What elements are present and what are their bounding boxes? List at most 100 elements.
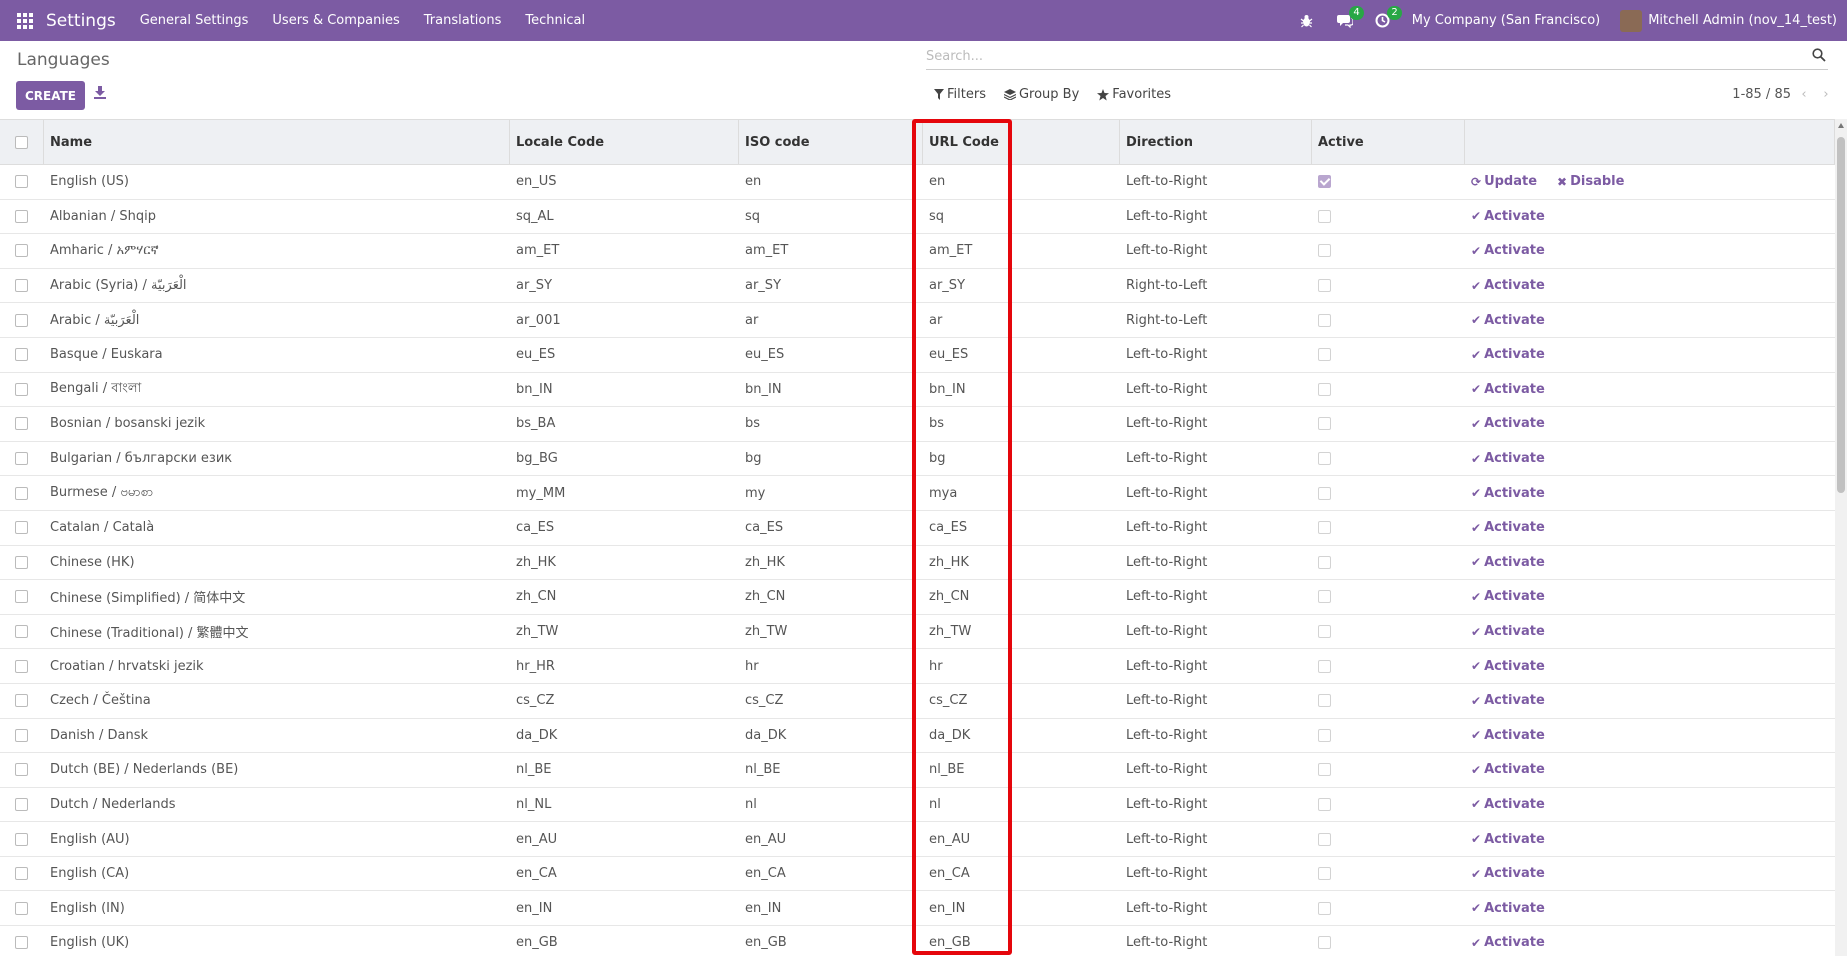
table-row[interactable]: Danish / Dansk da_DK da_DK da_DK Left-to-Rig…	[0, 719, 1835, 754]
row-checkbox[interactable]	[15, 417, 28, 431]
cell-iso-code[interactable]: bn_IN	[739, 373, 923, 407]
table-row[interactable]: Chinese (HK) zh_HK zh_HK zh_HK Left-to-Right…	[0, 546, 1835, 581]
cell-direction[interactable]: Right-to-Left	[1120, 303, 1312, 337]
row-checkbox[interactable]	[15, 486, 28, 500]
cell-url-code[interactable]: ar_SY	[923, 269, 1120, 303]
cell-name[interactable]: Bengali / বাংলা	[44, 373, 510, 407]
cell-locale-code[interactable]: cs_CZ	[510, 684, 739, 718]
cell-direction[interactable]: Left-to-Right	[1120, 857, 1312, 891]
cell-name[interactable]: Basque / Euskara	[44, 338, 510, 372]
header-locale-code[interactable]: Locale Code	[510, 120, 739, 164]
cell-iso-code[interactable]: da_DK	[739, 719, 923, 753]
scroll-thumb[interactable]	[1837, 137, 1845, 493]
row-checkbox[interactable]	[15, 452, 28, 466]
cell-direction[interactable]: Left-to-Right	[1120, 788, 1312, 822]
activate-button[interactable]: ✔ Activate	[1471, 313, 1545, 328]
cell-name[interactable]: English (CA)	[44, 857, 510, 891]
messages-icon[interactable]: 4	[1336, 5, 1364, 30]
activate-button[interactable]: ✔ Activate	[1471, 278, 1545, 293]
cell-iso-code[interactable]: en_CA	[739, 857, 923, 891]
cell-locale-code[interactable]: bn_IN	[510, 373, 739, 407]
search-icon[interactable]	[1812, 48, 1828, 64]
cell-name[interactable]: English (AU)	[44, 822, 510, 856]
cell-name[interactable]: Catalan / Català	[44, 511, 510, 545]
cell-iso-code[interactable]: my	[739, 476, 923, 510]
cell-locale-code[interactable]: eu_ES	[510, 338, 739, 372]
cell-direction[interactable]: Left-to-Right	[1120, 442, 1312, 476]
cell-direction[interactable]: Left-to-Right	[1120, 822, 1312, 856]
pager-prev-icon[interactable]: ‹	[1795, 87, 1813, 102]
cell-url-code[interactable]: da_DK	[923, 719, 1120, 753]
cell-name[interactable]: Arabic / الْعَرَبيّة	[44, 303, 510, 337]
filters-dropdown[interactable]: Filters	[934, 87, 986, 102]
cell-direction[interactable]: Right-to-Left	[1120, 269, 1312, 303]
row-checkbox[interactable]	[15, 763, 28, 777]
menu-technical[interactable]: Technical	[525, 13, 585, 28]
cell-name[interactable]: English (UK)	[44, 926, 510, 956]
apps-menu-icon[interactable]	[12, 0, 38, 41]
cell-name[interactable]: Chinese (Simplified) / 简体中文	[44, 580, 510, 614]
debug-bug-icon[interactable]	[1298, 12, 1316, 30]
cell-iso-code[interactable]: zh_TW	[739, 615, 923, 649]
cell-locale-code[interactable]: en_US	[510, 165, 739, 199]
cell-name[interactable]: English (US)	[44, 165, 510, 199]
activate-button[interactable]: ✔ Activate	[1471, 451, 1545, 466]
cell-iso-code[interactable]: eu_ES	[739, 338, 923, 372]
table-row[interactable]: Czech / Čeština cs_CZ cs_CZ cs_CZ Left-to-Ri…	[0, 684, 1835, 719]
cell-name[interactable]: Dutch / Nederlands	[44, 788, 510, 822]
header-name[interactable]: Name	[44, 120, 510, 164]
cell-locale-code[interactable]: ar_SY	[510, 269, 739, 303]
activate-button[interactable]: ✔ Activate	[1471, 797, 1545, 812]
cell-url-code[interactable]: ar	[923, 303, 1120, 337]
header-iso-code[interactable]: ISO code	[739, 120, 923, 164]
cell-url-code[interactable]: bs	[923, 407, 1120, 441]
cell-locale-code[interactable]: nl_NL	[510, 788, 739, 822]
cell-locale-code[interactable]: en_AU	[510, 822, 739, 856]
table-row[interactable]: Albanian / Shqip sq_AL sq sq Left-to-Right ✔ A…	[0, 200, 1835, 235]
cell-url-code[interactable]: bg	[923, 442, 1120, 476]
activate-button[interactable]: ✔ Activate	[1471, 520, 1545, 535]
row-checkbox[interactable]	[15, 797, 28, 811]
table-row[interactable]: Chinese (Simplified) / 简体中文 zh_CN zh_CN zh_…	[0, 580, 1835, 615]
activate-button[interactable]: ✔ Activate	[1471, 693, 1545, 708]
row-checkbox[interactable]	[15, 521, 28, 535]
cell-url-code[interactable]: mya	[923, 476, 1120, 510]
cell-iso-code[interactable]: zh_HK	[739, 546, 923, 580]
cell-locale-code[interactable]: nl_BE	[510, 753, 739, 787]
cell-url-code[interactable]: nl_BE	[923, 753, 1120, 787]
cell-name[interactable]: Albanian / Shqip	[44, 200, 510, 234]
activate-button[interactable]: ✔ Activate	[1471, 762, 1545, 777]
cell-url-code[interactable]: en_CA	[923, 857, 1120, 891]
cell-url-code[interactable]: ca_ES	[923, 511, 1120, 545]
activate-button[interactable]: ✔ Activate	[1471, 416, 1545, 431]
cell-locale-code[interactable]: sq_AL	[510, 200, 739, 234]
activate-button[interactable]: ✔ Activate	[1471, 728, 1545, 743]
cell-locale-code[interactable]: my_MM	[510, 476, 739, 510]
cell-direction[interactable]: Left-to-Right	[1120, 926, 1312, 956]
cell-name[interactable]: Chinese (HK)	[44, 546, 510, 580]
cell-iso-code[interactable]: bg	[739, 442, 923, 476]
cell-iso-code[interactable]: am_ET	[739, 234, 923, 268]
row-checkbox[interactable]	[15, 832, 28, 846]
cell-name[interactable]: Amharic / አምሃርኛ	[44, 234, 510, 268]
cell-url-code[interactable]: en_IN	[923, 891, 1120, 925]
table-row[interactable]: Catalan / Català ca_ES ca_ES ca_ES Left-to-R…	[0, 511, 1835, 546]
cell-locale-code[interactable]: en_IN	[510, 891, 739, 925]
cell-direction[interactable]: Left-to-Right	[1120, 338, 1312, 372]
groupby-dropdown[interactable]: Group By	[1003, 87, 1079, 102]
row-checkbox[interactable]	[15, 313, 28, 327]
table-row[interactable]: English (IN) en_IN en_IN en_IN Left-to-Right…	[0, 891, 1835, 927]
table-row[interactable]: Dutch / Nederlands nl_NL nl nl Left-to-Right…	[0, 788, 1835, 823]
cell-url-code[interactable]: bn_IN	[923, 373, 1120, 407]
cell-locale-code[interactable]: zh_HK	[510, 546, 739, 580]
cell-locale-code[interactable]: en_GB	[510, 926, 739, 956]
cell-url-code[interactable]: en_GB	[923, 926, 1120, 956]
cell-iso-code[interactable]: nl_BE	[739, 753, 923, 787]
cell-locale-code[interactable]: ca_ES	[510, 511, 739, 545]
cell-direction[interactable]: Left-to-Right	[1120, 373, 1312, 407]
activate-button[interactable]: ✔ Activate	[1471, 555, 1545, 570]
cell-direction[interactable]: Left-to-Right	[1120, 891, 1312, 925]
table-row[interactable]: English (AU) en_AU en_AU en_AU Left-to-Right…	[0, 822, 1835, 857]
table-row[interactable]: Bulgarian / български език bg_BG bg bg Left-…	[0, 442, 1835, 477]
cell-url-code[interactable]: zh_CN	[923, 580, 1120, 614]
